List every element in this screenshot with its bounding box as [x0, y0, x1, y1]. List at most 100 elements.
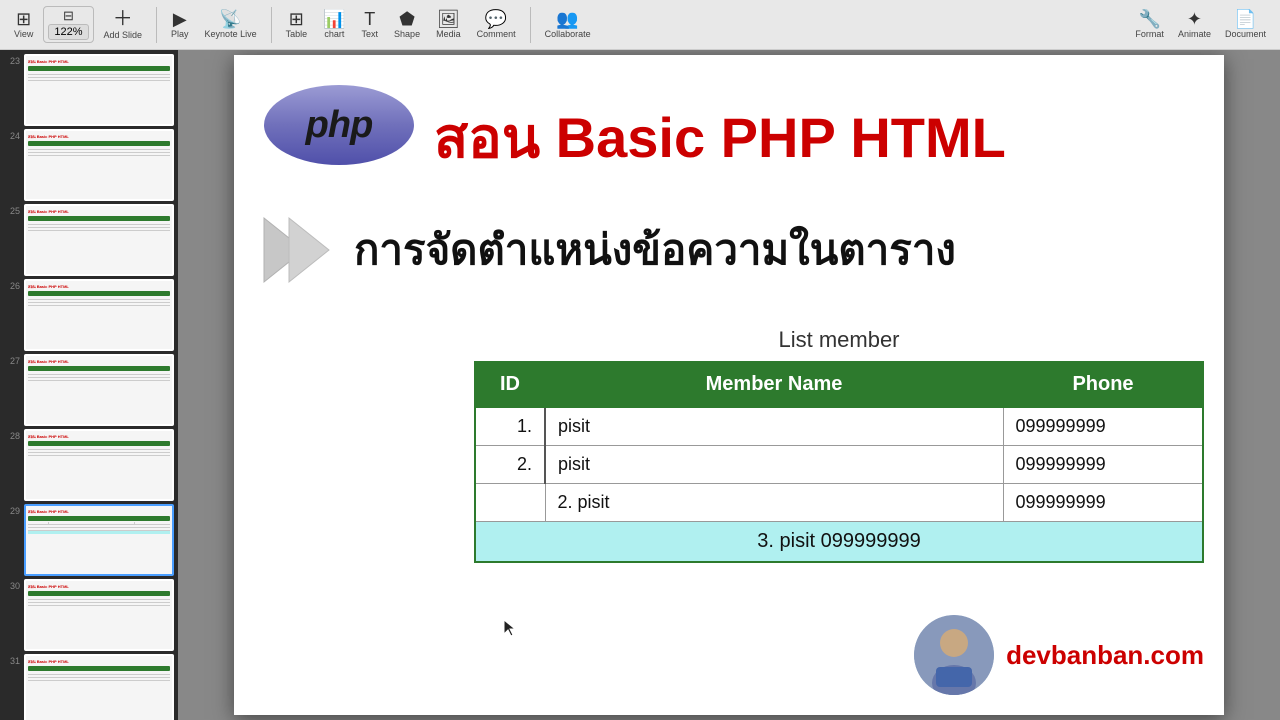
view-button[interactable]: ⊞ View: [8, 8, 39, 41]
col-header-phone: Phone: [1003, 362, 1203, 407]
divider-2: [271, 7, 272, 43]
table-row: 2. pisit099999999: [475, 484, 1203, 522]
slide-num: 31: [4, 654, 20, 720]
collaborate-icon: 👥: [556, 10, 578, 28]
table-label: Table: [286, 29, 308, 39]
slide-preview[interactable]: สอน Basic PHP HTML: [24, 54, 174, 126]
slide-preview[interactable]: สอน Basic PHP HTML: [24, 129, 174, 201]
shape-button[interactable]: ⬟ Shape: [388, 8, 426, 41]
slide-num: 29: [4, 504, 20, 576]
collaborate-label: Collaborate: [545, 29, 591, 39]
keynote-live-button[interactable]: 📡 Keynote Live: [199, 8, 263, 41]
document-icon: 📄: [1234, 10, 1256, 28]
slide-title: สอน Basic PHP HTML: [434, 93, 1204, 182]
toolbar: ⊞ View ⊟ 122% ＋ Add Slide ▶ Play 📡 Keyno…: [0, 0, 1280, 50]
slide-thumb-26[interactable]: 26 สอน Basic PHP HTML: [4, 279, 174, 351]
format-icon: 🔧: [1138, 10, 1160, 28]
slide-preview[interactable]: สอน Basic PHP HTML: [24, 429, 174, 501]
chart-button[interactable]: 📊 chart: [317, 8, 351, 41]
table-cell-merged: 3. pisit 099999999: [475, 522, 1203, 563]
document-label: Document: [1225, 29, 1266, 39]
slide-thumb-30[interactable]: 30 สอน Basic PHP HTML: [4, 579, 174, 651]
slide-num: 26: [4, 279, 20, 351]
slide-thumb-27[interactable]: 27 สอน Basic PHP HTML: [4, 354, 174, 426]
format-label: Format: [1135, 29, 1164, 39]
table-icon: ⊞: [289, 10, 304, 28]
slide-preview-inner: สอน Basic PHP HTML: [26, 431, 172, 499]
slide-panel[interactable]: 23 สอน Basic PHP HTML 24 สอน Basic PHP H…: [0, 50, 178, 720]
comment-icon: 💬: [485, 10, 507, 28]
table-cell-id: 1.: [475, 407, 545, 446]
slide-num: 28: [4, 429, 20, 501]
bottom-right-section: devbanban.com: [914, 615, 1204, 695]
avatar: [914, 615, 994, 695]
play-icon: ▶: [173, 10, 187, 28]
text-button[interactable]: T Text: [356, 8, 385, 41]
animate-icon: ✦: [1187, 10, 1202, 28]
animate-button[interactable]: ✦ Animate: [1172, 8, 1217, 41]
slide-preview-inner: สอน Basic PHP HTML: [26, 281, 172, 349]
collaborate-button[interactable]: 👥 Collaborate: [539, 8, 597, 41]
add-slide-label: Add Slide: [104, 30, 143, 40]
data-table: ID Member Name Phone 1.pisit0999999992.p…: [474, 361, 1204, 563]
comment-button[interactable]: 💬 Comment: [471, 8, 522, 41]
chart-icon: 📊: [323, 10, 345, 28]
table-button[interactable]: ⊞ Table: [280, 8, 314, 41]
slide-subtitle: การจัดตำแหน่งข้อความในตาราง: [354, 217, 956, 283]
slide-preview-inner: สอน Basic PHP HTML: [26, 206, 172, 274]
slide-thumb-24[interactable]: 24 สอน Basic PHP HTML: [4, 129, 174, 201]
play-button[interactable]: ▶ Play: [165, 8, 195, 41]
slide-preview[interactable]: สอน Basic PHP HTML: [24, 204, 174, 276]
slide-num: 27: [4, 354, 20, 426]
slide-preview[interactable]: สอน Basic PHP HTML: [24, 504, 174, 576]
add-slide-button[interactable]: ＋ Add Slide: [98, 7, 149, 42]
table-cell-name: pisit: [545, 446, 1003, 484]
table-cell-name: pisit: [545, 407, 1003, 446]
comment-label: Comment: [477, 29, 516, 39]
slide-num: 23: [4, 54, 20, 126]
divider-1: [156, 7, 157, 43]
text-icon: T: [364, 10, 375, 28]
table-row: 2.pisit099999999: [475, 446, 1203, 484]
table-cell-phone: 099999999: [1003, 407, 1203, 446]
col-header-name: Member Name: [545, 362, 1003, 407]
slide-preview[interactable]: สอน Basic PHP HTML: [24, 279, 174, 351]
media-icon: 🖼: [437, 10, 460, 28]
slide-preview-inner: สอน Basic PHP HTML: [26, 131, 172, 199]
play-label: Play: [171, 29, 189, 39]
keynote-live-icon: 📡: [219, 10, 241, 28]
slide-preview-inner: สอน Basic PHP HTML: [26, 56, 172, 124]
slide-preview-inner: สอน Basic PHP HTML: [26, 506, 172, 574]
slide-thumb-25[interactable]: 25 สอน Basic PHP HTML: [4, 204, 174, 276]
view-label: View: [14, 29, 33, 39]
zoom-value[interactable]: 122%: [48, 24, 88, 40]
text-label: Text: [362, 29, 379, 39]
main-layout: 23 สอน Basic PHP HTML 24 สอน Basic PHP H…: [0, 50, 1280, 720]
view-icon: ⊞: [16, 10, 31, 28]
table-row: 1.pisit099999999: [475, 407, 1203, 446]
zoom-control[interactable]: ⊟ 122%: [43, 6, 93, 43]
slide-preview[interactable]: สอน Basic PHP HTML: [24, 354, 174, 426]
slide-thumb-28[interactable]: 28 สอน Basic PHP HTML: [4, 429, 174, 501]
devbanban-label: devbanban.com: [1006, 640, 1204, 671]
canvas-area[interactable]: php สอน Basic PHP HTML การจัดตำแหน่งข้อค…: [178, 50, 1280, 720]
table-cell-id: [475, 484, 545, 522]
play-icon-large: [254, 210, 334, 290]
slide-preview[interactable]: สอน Basic PHP HTML: [24, 579, 174, 651]
avatar-svg: [914, 615, 994, 695]
slide-num: 25: [4, 204, 20, 276]
slide-thumb-31[interactable]: 31 สอน Basic PHP HTML: [4, 654, 174, 720]
format-button[interactable]: 🔧 Format: [1129, 8, 1170, 41]
php-logo-text: php: [306, 104, 373, 147]
table-cell-name: 2. pisit: [545, 484, 1003, 522]
table-area: List member ID Member Name Phone 1.pisit…: [474, 327, 1204, 563]
media-button[interactable]: 🖼 Media: [430, 8, 467, 41]
slide-thumb-23[interactable]: 23 สอน Basic PHP HTML: [4, 54, 174, 126]
slide-thumb-29[interactable]: 29 สอน Basic PHP HTML: [4, 504, 174, 576]
animate-label: Animate: [1178, 29, 1211, 39]
cursor-svg: [504, 620, 520, 640]
document-button[interactable]: 📄 Document: [1219, 8, 1272, 41]
slide-preview[interactable]: สอน Basic PHP HTML: [24, 654, 174, 720]
slide-preview-inner: สอน Basic PHP HTML: [26, 656, 172, 720]
slide-num: 30: [4, 579, 20, 651]
